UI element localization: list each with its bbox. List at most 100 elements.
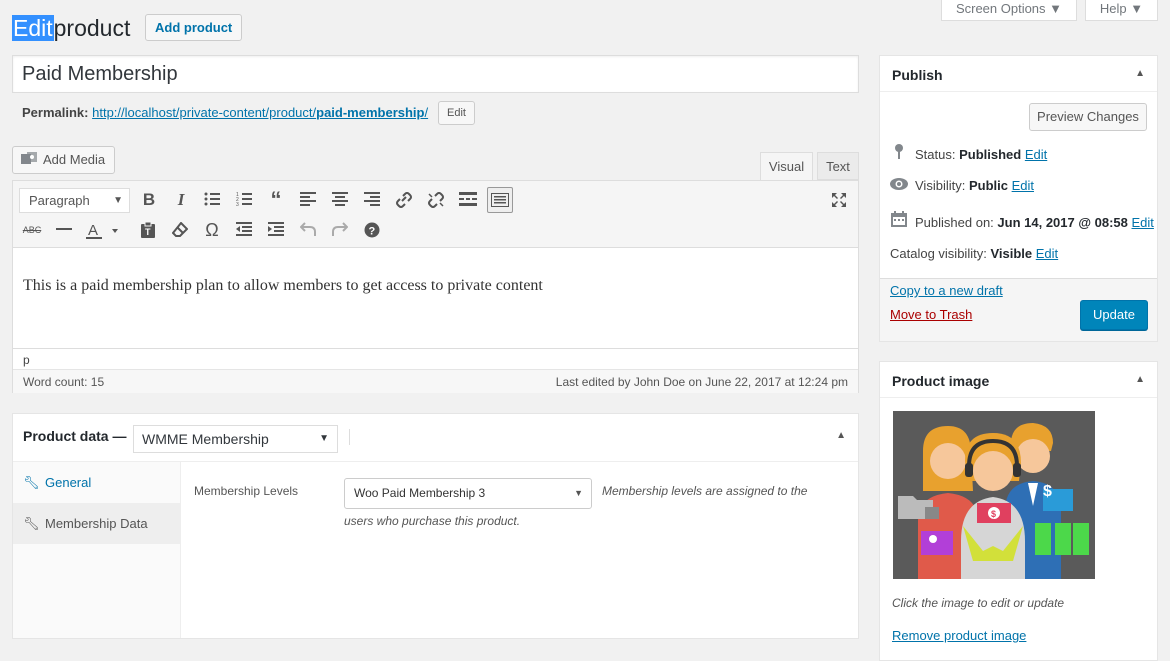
screen-options-tab[interactable]: Screen Options ▼ <box>941 0 1077 21</box>
editor-toolbar: Paragraph ▼ B I 123 “ ABC A T Ω ? <box>13 181 858 248</box>
horizontal-line-icon[interactable] <box>51 217 77 243</box>
edit-slug-button[interactable]: Edit <box>438 101 475 125</box>
product-image-header: Product image ▲ <box>880 362 1157 398</box>
strikethrough-icon[interactable]: ABC <box>19 217 45 243</box>
align-center-icon[interactable] <box>327 187 353 213</box>
publish-header: Publish ▲ <box>880 56 1157 92</box>
permalink-link[interactable]: http://localhost/private-content/product… <box>92 105 428 120</box>
caret-down-icon: ▼ <box>319 433 329 444</box>
tab-text[interactable]: Text <box>817 152 859 180</box>
edit-status-link[interactable]: Edit <box>1025 147 1047 162</box>
move-to-trash-link[interactable]: Move to Trash <box>890 307 972 322</box>
format-select[interactable]: Paragraph ▼ <box>19 188 130 213</box>
svg-text:A: A <box>88 222 98 239</box>
italic-icon[interactable]: I <box>168 187 194 213</box>
text-color-icon[interactable]: A <box>83 217 123 243</box>
paste-as-text-icon[interactable]: T <box>135 217 161 243</box>
clear-formatting-icon[interactable] <box>167 217 193 243</box>
undo-icon[interactable] <box>295 217 321 243</box>
wrench-icon: 🔧︎ <box>23 516 40 531</box>
copy-to-draft-link[interactable]: Copy to a new draft <box>890 283 1003 298</box>
wrench-icon: 🔧︎ <box>23 475 40 490</box>
svg-text:T: T <box>145 227 151 237</box>
bold-icon[interactable]: B <box>136 187 162 213</box>
link-icon[interactable] <box>391 187 417 213</box>
product-type-select[interactable]: WMME Membership ▼ <box>133 425 338 453</box>
update-button[interactable]: Update <box>1080 300 1148 330</box>
special-character-icon[interactable]: Ω <box>199 217 225 243</box>
page-title-highlight: Edit <box>12 15 54 41</box>
pin-icon <box>890 143 908 164</box>
word-count: Word count: 15 <box>23 375 105 389</box>
toolbar-toggle-icon[interactable] <box>487 187 513 213</box>
collapse-arrow-icon[interactable]: ▲ <box>1135 374 1145 385</box>
last-edited: Last edited by John Doe on June 22, 2017… <box>555 375 848 389</box>
add-product-button[interactable]: Add product <box>145 14 243 41</box>
catalog-visibility-row: Catalog visibility: Visible Edit <box>890 246 1059 261</box>
tab-membership-data[interactable]: 🔧︎ Membership Data <box>13 503 181 544</box>
permalink-label: Permalink: <box>22 105 89 120</box>
publish-title: Publish <box>892 67 943 83</box>
calendar-icon <box>890 211 908 232</box>
outdent-icon[interactable] <box>231 217 257 243</box>
add-media-button[interactable]: Add Media <box>12 146 115 174</box>
fullscreen-icon[interactable] <box>826 187 852 213</box>
membership-levels-select[interactable]: Woo Paid Membership 3 ▼ <box>344 478 592 509</box>
publish-actions: Copy to a new draft Move to Trash Update <box>880 278 1157 341</box>
product-image-caption: Click the image to edit or update <box>892 596 1065 610</box>
title-input[interactable]: Paid Membership <box>12 55 859 93</box>
edit-date-link[interactable]: Edit <box>1132 215 1154 230</box>
indent-icon[interactable] <box>263 217 289 243</box>
tab-general[interactable]: 🔧︎ General <box>13 462 181 503</box>
svg-text:$: $ <box>1043 483 1052 500</box>
svg-text:3: 3 <box>236 202 239 206</box>
help-tab[interactable]: Help ▼ <box>1085 0 1158 21</box>
publish-box: Publish ▲ Preview Changes Status: Publis… <box>879 55 1158 342</box>
page-title-text: product <box>53 15 131 41</box>
help-label: Help <box>1099 1 1127 16</box>
help-icon[interactable]: ? <box>359 217 385 243</box>
content-editor: Paragraph ▼ B I 123 “ ABC A T Ω ? This is… <box>12 180 859 393</box>
numbered-list-icon[interactable]: 123 <box>231 187 257 213</box>
remove-product-image-link[interactable]: Remove product image <box>892 628 1026 643</box>
membership-illustration-icon: $ $ <box>893 411 1095 579</box>
edit-visibility-link[interactable]: Edit <box>1012 178 1034 193</box>
media-icon <box>21 152 37 164</box>
product-data-header: Product data — WMME Membership ▼ ▲ <box>13 414 858 462</box>
eye-icon <box>890 177 908 195</box>
blockquote-icon[interactable]: “ <box>263 187 289 213</box>
caret-down-icon: ▼ <box>574 488 583 498</box>
editor-path: p <box>13 348 858 369</box>
product-data-panel: Product data — WMME Membership ▼ ▲ 🔧︎ Gene… <box>12 413 859 639</box>
editor-content[interactable]: This is a paid membership plan to allow … <box>23 277 543 295</box>
svg-text:$: $ <box>991 509 996 519</box>
svg-text:?: ? <box>369 226 376 238</box>
preview-changes-button[interactable]: Preview Changes <box>1029 103 1147 131</box>
screen-options-label: Screen Options <box>955 1 1046 16</box>
status-row: Status: Published Edit <box>890 143 1047 164</box>
product-image[interactable]: $ $ <box>893 411 1095 579</box>
product-data-tabs: 🔧︎ General 🔧︎ Membership Data <box>13 462 181 638</box>
editor-status-bar: Word count: 15 Last edited by John Doe o… <box>13 369 858 393</box>
product-image-box: Product image ▲ $ $ Click the image to e… <box>879 361 1158 661</box>
align-left-icon[interactable] <box>295 187 321 213</box>
tab-visual[interactable]: Visual <box>760 152 813 181</box>
visibility-row: Visibility: Public Edit <box>890 177 1034 195</box>
collapse-arrow-icon[interactable]: ▲ <box>1135 68 1145 79</box>
published-on-row: Published on: Jun 14, 2017 @ 08:58 Edit <box>890 211 1154 232</box>
divider <box>349 429 350 445</box>
read-more-icon[interactable] <box>455 187 481 213</box>
page-title: Editproduct <box>12 12 130 44</box>
add-media-label: Add Media <box>43 152 106 167</box>
caret-down-icon: ▼ <box>1049 1 1063 16</box>
membership-levels-description-2: users who purchase this product. <box>344 514 521 528</box>
edit-catalog-link[interactable]: Edit <box>1036 246 1058 261</box>
unlink-icon[interactable] <box>423 187 449 213</box>
product-data-title: Product data — <box>23 428 127 444</box>
align-right-icon[interactable] <box>359 187 385 213</box>
collapse-arrow-icon[interactable]: ▲ <box>836 430 846 441</box>
bullet-list-icon[interactable] <box>199 187 225 213</box>
permalink: Permalink: http://localhost/private-cont… <box>22 103 428 123</box>
redo-icon[interactable] <box>327 217 353 243</box>
membership-levels-label: Membership Levels <box>194 484 299 498</box>
